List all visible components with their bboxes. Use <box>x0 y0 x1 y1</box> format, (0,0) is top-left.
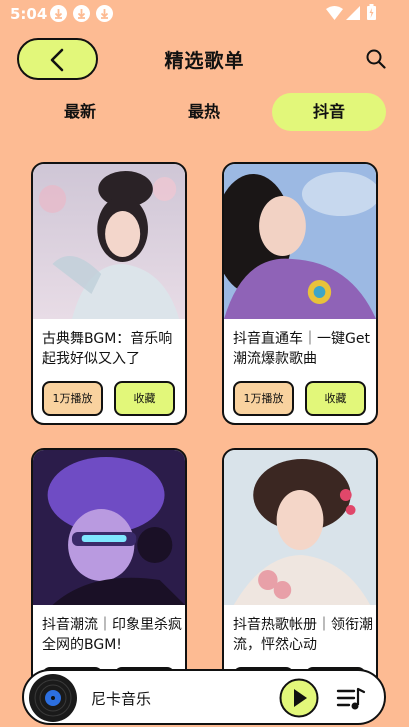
download-icon <box>50 5 67 22</box>
favorite-button[interactable]: 收藏 <box>114 381 175 416</box>
playlist-cover-image <box>224 450 376 605</box>
playlist-card[interactable]: 抖音直通车｜一键Get潮流爆款歌曲 1万播放 收藏 <box>222 162 378 425</box>
tab-douyin[interactable]: 抖音 <box>272 93 386 131</box>
page-title: 精选歌单 <box>164 50 245 72</box>
playlist-cover-image <box>224 164 376 319</box>
search-button[interactable] <box>365 48 387 70</box>
playlist-cover-image <box>33 164 185 319</box>
play-button[interactable] <box>279 678 319 718</box>
search-icon <box>366 49 386 69</box>
playlist-cover-image <box>33 450 185 605</box>
playlist-card[interactable]: 古典舞BGM：音乐响起我好似又入了 1万播放 收藏 <box>31 162 187 425</box>
playlist-title: 古典舞BGM：音乐响起我好似又入了 <box>42 331 173 367</box>
player-song-name: 尼卡音乐 <box>91 690 152 708</box>
mini-player[interactable]: 尼卡音乐 <box>22 669 386 725</box>
download-icon <box>73 5 90 22</box>
playlist-title: 抖音潮流｜印象里杀疯全网的BGM! <box>42 617 182 653</box>
play-count-button[interactable]: 1万播放 <box>233 381 294 416</box>
playlist-title: 抖音热歌帐册｜领衔潮流，怦然心动 <box>233 617 373 653</box>
tab-hot[interactable]: 最热 <box>169 93 239 131</box>
playlist-button[interactable] <box>336 684 366 714</box>
play-icon <box>279 678 319 718</box>
download-icon <box>96 5 113 22</box>
battery-icon <box>367 4 376 24</box>
wifi-icon <box>326 5 343 24</box>
play-count-button[interactable]: 1万播放 <box>42 381 103 416</box>
tab-latest[interactable]: 最新 <box>45 93 115 131</box>
playlist-icon <box>336 687 366 710</box>
status-bar: 5:04 <box>0 0 409 28</box>
vinyl-disc-icon <box>29 674 77 722</box>
status-time: 5:04 <box>10 5 48 23</box>
favorite-button[interactable]: 收藏 <box>305 381 366 416</box>
signal-icon <box>346 5 360 24</box>
playlist-title: 抖音直通车｜一键Get潮流爆款歌曲 <box>233 331 370 367</box>
